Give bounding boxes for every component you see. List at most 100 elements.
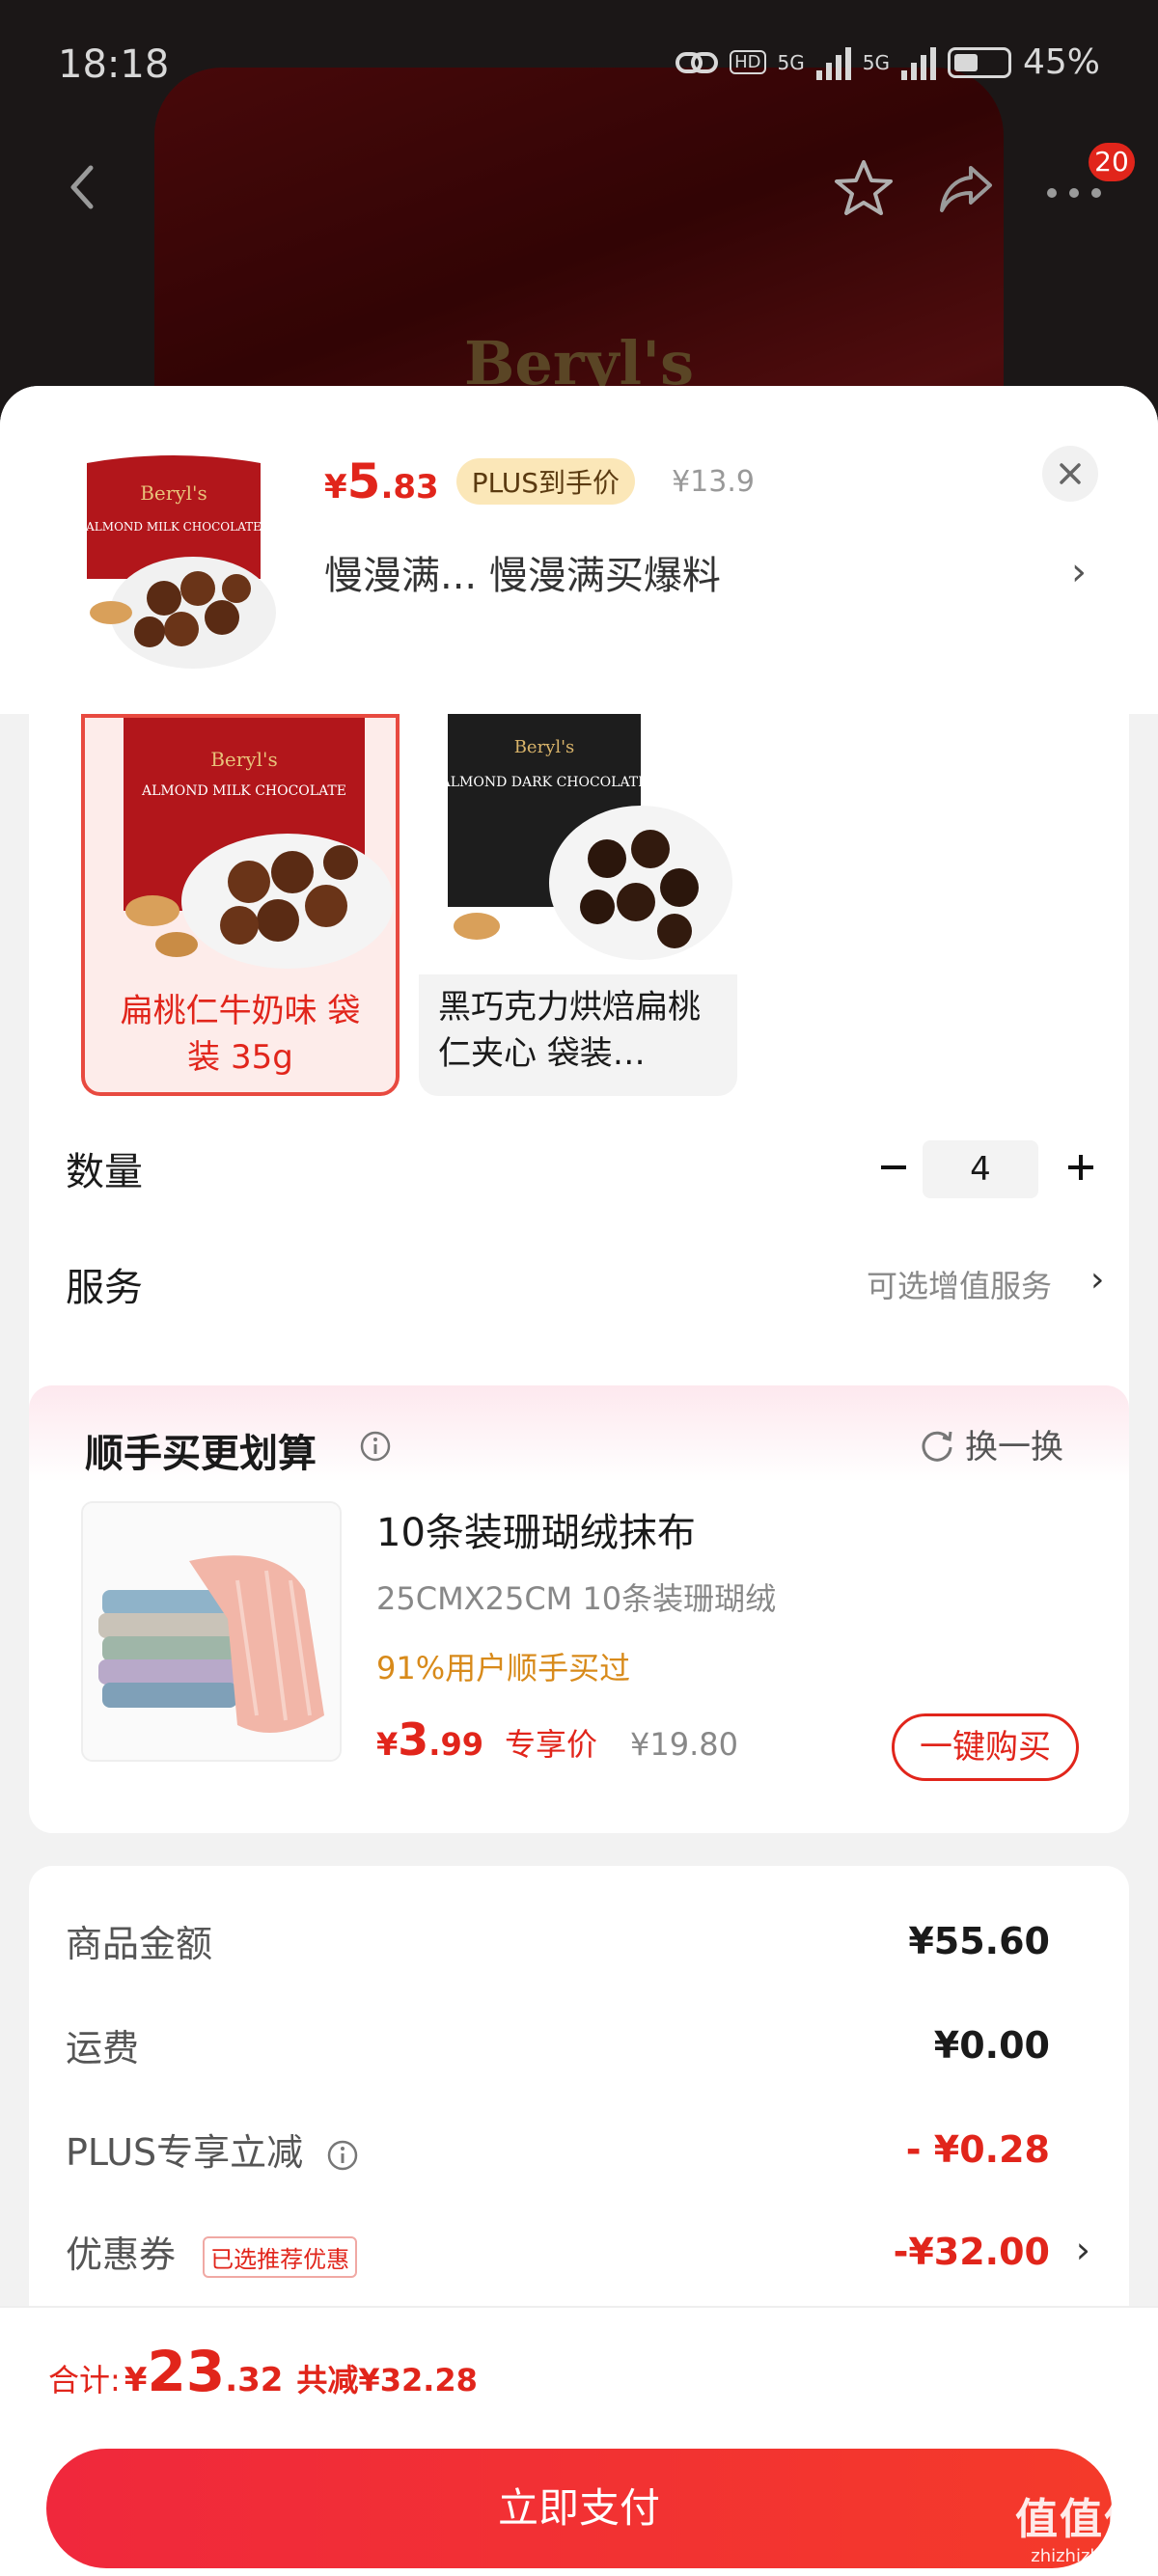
goods-amount-value: ¥55.60 xyxy=(908,1920,1050,1962)
addon-title: 顺手买更划算 xyxy=(85,1432,317,1476)
towel-image xyxy=(83,1503,340,1760)
one-click-buy-button[interactable]: 一键购买 xyxy=(892,1713,1079,1781)
close-button[interactable] xyxy=(1042,446,1098,502)
coupon-recommended-tag: 已选推荐优惠 xyxy=(203,2236,358,2278)
price-decimal: .99 xyxy=(428,1726,483,1763)
product-thumbnail: Beryl's ALMOND MILK CHOCOLATE xyxy=(58,444,290,675)
signal-icon-1 xyxy=(815,45,851,80)
hd-icon: HD xyxy=(730,50,766,74)
variant-brand-text: Beryl's xyxy=(210,748,278,771)
product-navbar: 20 xyxy=(0,143,1158,232)
variant-option-milk[interactable]: Beryl's ALMOND MILK CHOCOLATE 扁桃仁牛奶味 袋装 … xyxy=(81,714,400,1096)
variant-milk-image: Beryl's ALMOND MILK CHOCOLATE xyxy=(85,718,396,978)
coupon-value: -¥32.00 xyxy=(893,2231,1050,2273)
signal-icon-2 xyxy=(900,45,936,80)
chevron-right-icon[interactable]: › xyxy=(1090,1260,1104,1300)
back-arrow-icon[interactable] xyxy=(54,158,112,216)
total-integer: 23 xyxy=(147,2339,226,2404)
watermark-logo: 值值值 xyxy=(1015,2495,1148,2544)
variant-name: 黑巧克力烘焙扁桃仁夹心 袋装… xyxy=(438,988,701,1073)
service-hint[interactable]: 可选增值服务 xyxy=(867,1262,1052,1306)
status-icons: HD 5G 5G 45% xyxy=(676,42,1100,82)
plus-discount-row: PLUS专享立减 - ¥0.28 xyxy=(66,2123,1129,2180)
watermark-url: zhizhizhi.com xyxy=(1031,2546,1148,2566)
share-icon[interactable] xyxy=(932,154,1000,222)
price-integer: 5 xyxy=(346,453,381,509)
minus-icon xyxy=(881,1165,906,1169)
variant-dark-image: Beryl's ALMOND DARK CHOCOLATE xyxy=(419,714,737,974)
variant-name: 扁桃仁牛奶味 袋装 35g xyxy=(120,992,361,1077)
quantity-input[interactable]: 4 xyxy=(923,1140,1038,1198)
pay-now-button[interactable]: 立即支付 xyxy=(46,2449,1112,2568)
addon-price-row: ¥3.99 专享价 ¥19.80 xyxy=(376,1713,738,1766)
variant-image: Beryl's ALMOND DARK CHOCOLATE xyxy=(419,714,737,974)
total-savings: 共减¥32.28 xyxy=(296,2362,478,2398)
refresh-icon xyxy=(922,1431,952,1462)
refresh-button[interactable]: 换一换 xyxy=(919,1420,1063,1467)
goods-amount-label: 商品金额 xyxy=(66,1923,213,1965)
coupon-label: 优惠券 已选推荐优惠 xyxy=(66,2225,358,2278)
refresh-label: 换一换 xyxy=(965,1428,1063,1466)
quantity-label: 数量 xyxy=(66,1150,143,1194)
variant-pack-text: ALMOND MILK CHOCOLATE xyxy=(141,783,346,799)
site-watermark: 值值值 zhizhizhi.com xyxy=(1015,2484,1148,2566)
plus-price-tag: PLUS到手价 xyxy=(455,458,636,505)
addon-exclusive-tag: 专享价 xyxy=(504,1726,597,1763)
plus-icon xyxy=(1068,1155,1093,1180)
goods-amount-row: 商品金额 ¥55.60 xyxy=(66,1914,1129,1972)
variant-brand-text: Beryl's xyxy=(514,737,575,757)
battery-icon xyxy=(947,46,1011,78)
promotion-line[interactable]: 慢漫满... 慢漫满买爆料 xyxy=(324,544,1096,600)
product-thumbnail-image: Beryl's ALMOND MILK CHOCOLATE xyxy=(58,444,290,675)
net-label-1: 5G xyxy=(777,50,805,74)
shipping-label: 运费 xyxy=(66,2027,140,2069)
shipping-row: 运费 ¥0.00 xyxy=(66,2018,1129,2076)
current-price: ¥5.83 xyxy=(324,453,439,509)
service-label: 服务 xyxy=(66,1266,143,1310)
addon-product-spec: 25CMX25CM 10条装珊瑚绒 xyxy=(376,1580,777,1617)
price-currency: ¥ xyxy=(376,1726,399,1763)
price-row: ¥5.83 PLUS到手价 ¥13.9 xyxy=(324,453,755,509)
price-integer: 3 xyxy=(398,1713,429,1766)
original-price: ¥13.9 xyxy=(672,464,755,499)
variant-option-dark[interactable]: Beryl's ALMOND DARK CHOCOLATE 黑巧克力烘焙扁桃仁夹… xyxy=(419,714,737,1096)
battery-percent: 45% xyxy=(1022,42,1100,82)
thumb-brand-text: Beryl's xyxy=(140,481,207,505)
total-amount: 合计: ¥ 23 .32 共减¥32.28 xyxy=(48,2339,478,2404)
info-icon[interactable] xyxy=(359,1430,392,1463)
info-icon[interactable] xyxy=(326,2139,359,2172)
status-bar: 18:18 HD 5G 5G 45% xyxy=(0,0,1158,135)
status-time: 18:18 xyxy=(58,42,170,87)
chevron-right-icon[interactable]: › xyxy=(1071,550,1087,594)
total-decimal: .32 xyxy=(225,2361,284,2399)
coupon-row[interactable]: 优惠券 已选推荐优惠 -¥32.00 › xyxy=(66,2225,1129,2283)
chevron-right-icon[interactable]: › xyxy=(1076,2229,1090,2271)
checkout-bar: 合计: ¥ 23 .32 共减¥32.28 立即支付 值值值 zhizhizhi… xyxy=(0,2306,1158,2576)
shipping-value: ¥0.00 xyxy=(933,2024,1050,2067)
addon-product-name[interactable]: 10条装珊瑚绒抹布 xyxy=(376,1501,696,1557)
variant-pack-text: ALMOND DARK CHOCOLATE xyxy=(440,775,648,790)
quantity-increase-button[interactable] xyxy=(1052,1138,1110,1196)
total-label: 合计: xyxy=(48,2362,121,2398)
link-icon xyxy=(676,51,719,73)
purchase-sheet: Beryl's ALMOND MILK CHOCOLATE ¥5.83 PLUS… xyxy=(0,386,1158,2576)
total-currency: ¥ xyxy=(124,2361,148,2399)
coupon-text: 优惠券 xyxy=(66,2233,177,2276)
plus-discount-value: - ¥0.28 xyxy=(905,2128,1050,2171)
variant-image: Beryl's ALMOND MILK CHOCOLATE xyxy=(85,718,396,978)
addon-price: ¥3.99 xyxy=(376,1713,483,1766)
message-count-badge: 20 xyxy=(1089,143,1135,181)
addon-product-image[interactable] xyxy=(81,1501,342,1762)
quantity-decrease-button[interactable] xyxy=(865,1138,923,1196)
favorite-star-icon[interactable] xyxy=(830,154,897,222)
plus-discount-label: PLUS专享立减 xyxy=(66,2123,359,2176)
addon-recommendation-card: 顺手买更划算 换一换 10条装珊瑚绒抹布 25CMX25CM 10条装珊瑚绒 9… xyxy=(29,1385,1129,1833)
sheet-header: Beryl's ALMOND MILK CHOCOLATE ¥5.83 PLUS… xyxy=(0,386,1158,714)
thumb-pack-text: ALMOND MILK CHOCOLATE xyxy=(85,520,262,534)
price-currency: ¥ xyxy=(324,468,347,507)
order-summary-card: 商品金额 ¥55.60 运费 ¥0.00 PLUS专享立减 - ¥0.28 优惠… xyxy=(29,1866,1129,2348)
close-icon xyxy=(1060,463,1081,484)
price-decimal: .83 xyxy=(380,468,439,507)
addon-buyers-text: 91%用户顺手买过 xyxy=(376,1650,631,1686)
net-label-2: 5G xyxy=(862,50,890,74)
